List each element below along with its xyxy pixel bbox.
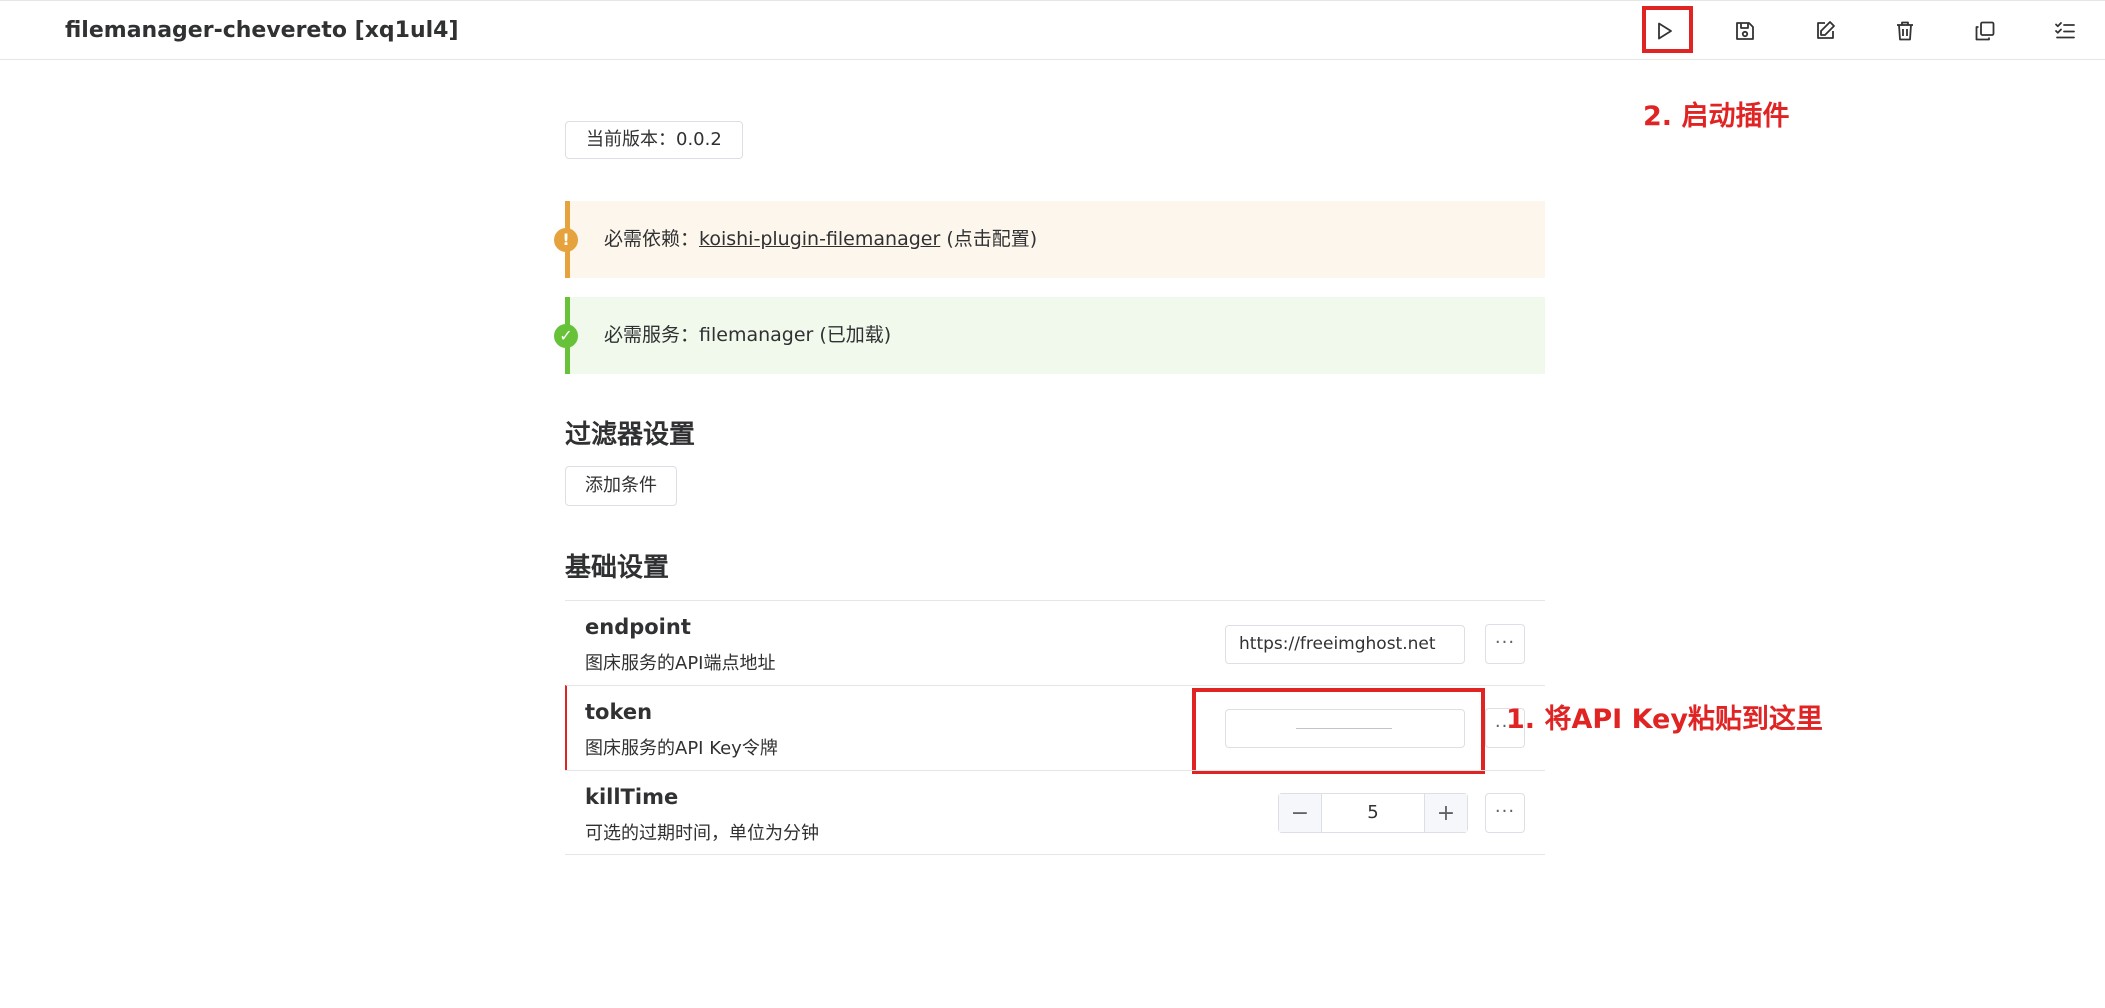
edit-icon: [1817, 21, 1835, 39]
trash-icon: [1897, 21, 1913, 41]
setting-description: 图床服务的API Key令牌: [585, 738, 778, 759]
setting-name: token: [585, 700, 653, 724]
top-bar: filemanager-chevereto [xq1ul4]: [0, 0, 2105, 60]
annotation-start-plugin: 2. 启动插件: [1643, 101, 1790, 132]
dependency-link[interactable]: koishi-plugin-filemanager: [699, 228, 940, 250]
annotation-paste-key: 1. 将API Key粘贴到这里: [1506, 704, 1823, 735]
filter-section-title: 过滤器设置: [565, 420, 696, 450]
logs-button[interactable]: [2043, 13, 2087, 49]
edit-button[interactable]: [1803, 13, 1847, 49]
increment-button[interactable]: +: [1425, 794, 1467, 832]
dependency-alert: ! 必需依赖：koishi-plugin-filemanager (点击配置): [554, 201, 1545, 278]
setting-description: 图床服务的API端点地址: [585, 653, 776, 674]
setting-row-killtime: killTime 可选的过期时间，单位为分钟 − 5 + ···: [565, 770, 1545, 855]
start-button-highlight: [1642, 6, 1693, 53]
decrement-button[interactable]: −: [1279, 794, 1321, 832]
setting-description: 可选的过期时间，单位为分钟: [585, 823, 819, 844]
setting-row-endpoint: endpoint 图床服务的API端点地址 https://freeimghos…: [565, 600, 1545, 685]
add-condition-button[interactable]: 添加条件: [565, 466, 677, 506]
delete-button[interactable]: [1883, 13, 1927, 49]
list-check-icon: [2055, 22, 2075, 39]
endpoint-input[interactable]: https://freeimghost.net: [1225, 625, 1465, 664]
service-prefix: 必需服务：: [604, 324, 700, 346]
killtime-stepper: − 5 +: [1278, 793, 1468, 833]
warning-icon: !: [554, 228, 578, 252]
service-name: filemanager: [699, 324, 814, 346]
copy-icon: [1975, 21, 1995, 41]
dependency-suffix: (点击配置): [940, 228, 1038, 250]
endpoint-more-button[interactable]: ···: [1485, 624, 1525, 664]
clone-button[interactable]: [1963, 13, 2007, 49]
basic-section-title: 基础设置: [565, 553, 670, 583]
plugin-title: filemanager-chevereto [xq1ul4]: [65, 18, 459, 43]
check-icon: ✓: [554, 324, 578, 348]
setting-name: endpoint: [585, 615, 691, 639]
setting-name: killTime: [585, 785, 679, 809]
service-suffix: (已加载): [813, 324, 892, 346]
killtime-more-button[interactable]: ···: [1485, 793, 1525, 833]
save-icon: [1736, 22, 1754, 40]
dependency-prefix: 必需依赖：: [604, 228, 700, 250]
killtime-value[interactable]: 5: [1321, 794, 1425, 832]
token-input-highlight: [1192, 688, 1485, 774]
version-badge: 当前版本：0.0.2: [565, 121, 743, 159]
service-alert: ✓ 必需服务：filemanager (已加载): [554, 297, 1545, 374]
save-button[interactable]: [1723, 13, 1767, 49]
